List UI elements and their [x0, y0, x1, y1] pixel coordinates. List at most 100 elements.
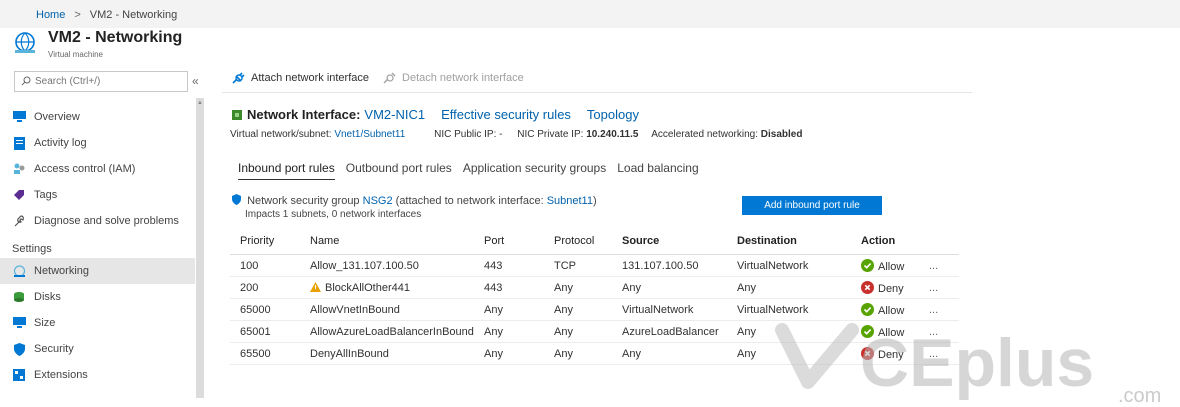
allow-check-icon [861, 258, 874, 272]
sidebar-item-extensions[interactable]: Extensions [0, 362, 195, 388]
row-more-button[interactable]: ... [929, 298, 959, 321]
attach-network-interface-button[interactable]: Attach network interface [232, 72, 369, 84]
sidebar-item-label: Diagnose and solve problems [34, 215, 179, 227]
cell-name-text: BlockAllOther441 [325, 281, 410, 294]
sidebar-item-label: Tags [34, 189, 58, 201]
table-row[interactable]: 65000 AllowVnetInBound Any Any VirtualNetwor… [230, 298, 959, 321]
private-ip-value: 10.240.11.5 [586, 129, 639, 140]
sidebar-item-label: Activity log [34, 137, 87, 149]
column-header-more [929, 228, 959, 255]
effective-security-rules-link[interactable]: Effective security rules [441, 107, 571, 122]
row-more-button[interactable]: ... [929, 276, 959, 299]
breadcrumb-separator: > [74, 9, 81, 21]
nsg-subnet-link[interactable]: Subnet11 [547, 195, 593, 207]
sidebar-item-overview[interactable]: Overview [0, 104, 195, 130]
tab-outbound-port-rules[interactable]: Outbound port rules [346, 161, 452, 180]
column-header-action[interactable]: Action [851, 228, 929, 255]
column-header-priority[interactable]: Priority [230, 228, 300, 255]
allow-check-icon [861, 302, 874, 316]
cell-action-text: Allow [878, 326, 905, 339]
column-header-source[interactable]: Source [612, 228, 727, 255]
row-more-button[interactable]: ... [929, 320, 959, 343]
extensions-icon [12, 368, 26, 382]
tab-load-balancing[interactable]: Load balancing [617, 161, 698, 180]
watermark-suffix: .com [1118, 385, 1161, 407]
sidebar-item-activity-log[interactable]: Activity log [0, 130, 195, 156]
table-row[interactable]: 65500 DenyAllInBound Any Any Any Any Deny... [230, 342, 959, 365]
row-more-button[interactable]: ... [929, 342, 959, 365]
cell-action-text: Deny [878, 348, 904, 361]
search-icon [21, 76, 31, 86]
network-interface-label: Network Interface: [247, 107, 361, 122]
cell-name-text: AllowVnetInBound [310, 303, 400, 316]
vnet-subnet-link[interactable]: Vnet1/Subnet11 [334, 129, 405, 140]
page-subtitle: Virtual machine [48, 50, 103, 59]
column-header-protocol[interactable]: Protocol [544, 228, 612, 255]
table-row[interactable]: 65001 AllowAzureLoadBalancerInBound Any Any… [230, 320, 959, 343]
sidebar-item-diagnose[interactable]: Diagnose and solve problems [0, 208, 195, 234]
column-header-destination[interactable]: Destination [727, 228, 851, 255]
topology-link[interactable]: Topology [587, 107, 639, 122]
search-input[interactable] [35, 74, 183, 88]
breadcrumb-current: VM2 - Networking [89, 9, 178, 21]
cell-destination-text: Any [737, 325, 756, 338]
scroll-up-icon[interactable]: ▲ [197, 100, 203, 106]
collapse-sidebar-button[interactable]: « [192, 74, 199, 88]
network-interface-link[interactable]: VM2-NIC1 [364, 107, 425, 122]
monitor-icon [12, 316, 26, 330]
sidebar-item-label: Extensions [34, 369, 88, 381]
breadcrumb-home[interactable]: Home [36, 9, 65, 21]
cell-more-text: ... [929, 325, 939, 338]
cell-destination: Any [727, 320, 851, 343]
cell-source: AzureLoadBalancer [612, 320, 727, 343]
sidebar-item-security[interactable]: Security [0, 336, 195, 362]
cell-source-text: Any [622, 347, 641, 360]
network-globe-icon [15, 32, 35, 53]
allow-check-icon [861, 324, 874, 338]
cell-protocol: TCP [544, 254, 612, 277]
cell-port-text: Any [484, 347, 503, 360]
tab-application-security-groups[interactable]: Application security groups [463, 161, 606, 180]
sidebar-item-size[interactable]: Size [0, 310, 195, 336]
cell-source-text: VirtualNetwork [622, 303, 694, 316]
add-inbound-port-rule-button[interactable]: Add inbound port rule [742, 196, 882, 215]
cell-priority: 200 [230, 276, 300, 299]
cell-priority-text: 200 [240, 281, 259, 294]
settings-section-header: Settings [12, 243, 52, 255]
nsg-name-link[interactable]: NSG2 [363, 195, 393, 207]
search-box[interactable] [14, 71, 188, 92]
cell-priority-text: 100 [240, 259, 259, 272]
table-row[interactable]: 100 Allow_131.107.100.50 443 TCP 131.107.100… [230, 254, 959, 277]
nic-details: Virtual network/subnet: Vnet1/Subnet11 N… [230, 129, 802, 140]
cell-port: Any [474, 298, 544, 321]
table-row[interactable]: 200 BlockAllOther441 443 Any Any Any Deny... [230, 276, 959, 299]
log-icon [12, 136, 26, 150]
detach-network-interface-button[interactable]: Detach network interface [383, 72, 524, 84]
cell-priority: 65001 [230, 320, 300, 343]
public-ip-label: NIC Public IP: [434, 129, 497, 140]
cell-destination: Any [727, 342, 851, 365]
cell-port: 443 [474, 254, 544, 277]
cell-priority-text: 65000 [240, 303, 271, 316]
column-header-port[interactable]: Port [474, 228, 544, 255]
sidebar-item-access-control[interactable]: Access control (IAM) [0, 156, 195, 182]
sidebar-item-tags[interactable]: Tags [0, 182, 195, 208]
cell-protocol-text: Any [554, 347, 573, 360]
sidebar-nav: Overview Activity log Access control (IA… [0, 104, 195, 388]
sidebar-item-networking[interactable]: Networking [0, 258, 195, 284]
cell-name: AllowVnetInBound [300, 298, 474, 321]
sidebar-item-disks[interactable]: Disks [0, 284, 195, 310]
row-more-button[interactable]: ... [929, 254, 959, 277]
cell-source: VirtualNetwork [612, 298, 727, 321]
cell-source: Any [612, 342, 727, 365]
sidebar-scrollbar[interactable]: ▲ [196, 98, 204, 398]
sidebar-item-label: Networking [34, 265, 90, 277]
cell-destination-text: Any [737, 281, 756, 294]
cell-more-text: ... [929, 303, 939, 316]
column-header-name[interactable]: Name [300, 228, 474, 255]
nsg-attached-text: (attached to network interface: [395, 195, 544, 207]
cell-source-text: Any [622, 281, 641, 294]
tab-inbound-port-rules[interactable]: Inbound port rules [238, 161, 335, 180]
cell-action-text: Allow [878, 304, 905, 317]
cell-action: Deny [851, 342, 929, 365]
